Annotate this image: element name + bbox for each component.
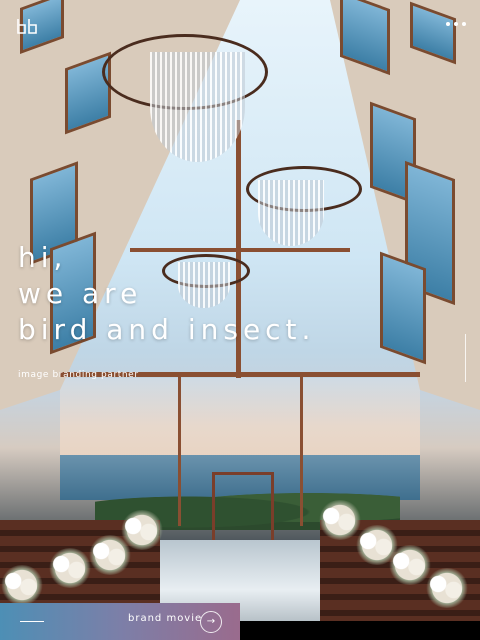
menu-dot (462, 22, 466, 26)
hero-altar (212, 472, 274, 541)
hero-flowers (48, 548, 92, 588)
more-dots-icon[interactable] (446, 22, 466, 26)
hero-flowers (0, 565, 44, 605)
menu-dot (454, 22, 458, 26)
bottom-bar-black-area (240, 621, 480, 640)
bar-line-decoration (20, 621, 44, 622)
hero-window-mullion (178, 376, 181, 526)
scroll-indicator (465, 334, 466, 382)
hero-flowers (318, 500, 362, 540)
hero-horizon-sky (60, 378, 420, 458)
hero-chandelier-crystals (258, 180, 324, 246)
hero-headline: hi, we are bird and insect. (18, 240, 315, 348)
headline-line: hi, (18, 241, 68, 274)
hero-flowers (425, 568, 469, 608)
hero-window (380, 251, 426, 365)
brand-movie-bar[interactable]: brand movie → (0, 603, 240, 640)
headline-line: we are (18, 277, 143, 310)
hero-flowers (388, 545, 432, 585)
brand-movie-label[interactable]: brand movie (128, 613, 202, 624)
hero-flowers (120, 510, 164, 550)
hero-tagline: image branding partner (18, 370, 139, 380)
arrow-right-icon[interactable]: → (200, 611, 222, 633)
headline-line: bird and insect. (18, 313, 316, 346)
bird-and-insect-logo-icon[interactable] (16, 16, 38, 36)
menu-dot (446, 22, 450, 26)
hero-chandelier-crystals (150, 52, 245, 162)
hero-window-mullion (300, 376, 303, 526)
